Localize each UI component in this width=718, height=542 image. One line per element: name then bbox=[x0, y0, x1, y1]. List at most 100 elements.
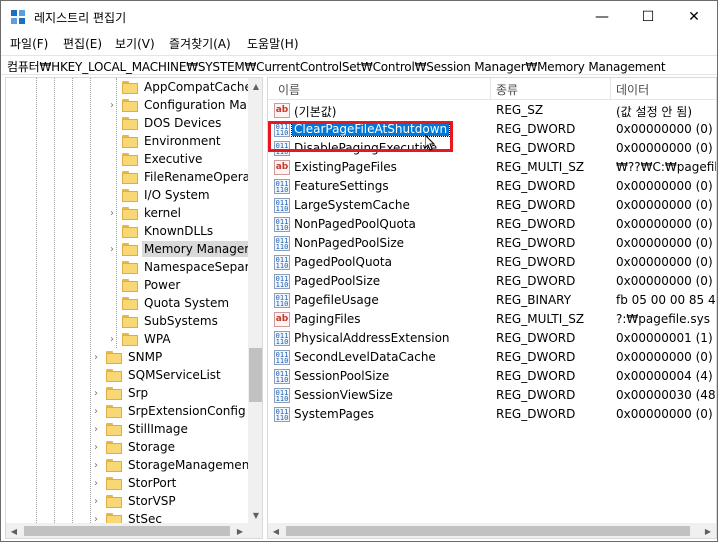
value-row[interactable]: 011 110 ClearPageFileAtShutdown REG_DWORD 0… bbox=[268, 120, 716, 139]
tree-vertical-scrollbar[interactable]: ▲ ▼ bbox=[248, 78, 262, 523]
tree-item[interactable]: › StorPort bbox=[90, 474, 178, 492]
binary-value-icon: 011 110 bbox=[274, 369, 290, 384]
chevron-right-icon[interactable]: › bbox=[106, 96, 118, 114]
tree-item[interactable]: › StSec bbox=[90, 510, 164, 523]
maximize-button[interactable]: ☐ bbox=[625, 1, 671, 32]
binary-value-icon: 011 110 bbox=[274, 179, 290, 194]
chevron-right-icon[interactable]: › bbox=[90, 420, 102, 438]
list-hscroll-thumb[interactable] bbox=[286, 526, 690, 536]
chevron-right-icon[interactable]: › bbox=[90, 492, 102, 510]
value-data: 0x00000000 (0) bbox=[616, 236, 713, 250]
chevron-right-icon[interactable]: › bbox=[90, 456, 102, 474]
tree-item[interactable]: › Configuration Mana bbox=[106, 96, 248, 114]
column-header-type[interactable]: 종류 bbox=[496, 81, 518, 98]
tree-item[interactable]: KnownDLLs bbox=[106, 222, 215, 240]
scroll-right-arrow-icon[interactable]: ▶ bbox=[700, 523, 716, 538]
scroll-right-arrow-icon[interactable]: ▶ bbox=[232, 523, 248, 538]
value-row[interactable]: 011 110 SessionViewSize REG_DWORD 0x0000003… bbox=[268, 386, 716, 405]
scroll-left-arrow-icon[interactable]: ◀ bbox=[6, 523, 22, 538]
value-row[interactable]: 011 110 PagefileUsage REG_BINARY fb 05 00 0… bbox=[268, 291, 716, 310]
chevron-right-icon[interactable]: › bbox=[90, 510, 102, 524]
chevron-right-icon[interactable]: › bbox=[106, 330, 118, 348]
chevron-right-icon[interactable]: › bbox=[106, 240, 118, 258]
value-row[interactable]: 011 110 SecondLevelDataCache REG_DWORD 0x00… bbox=[268, 348, 716, 367]
value-data: (값 설정 안 됨) bbox=[616, 105, 693, 119]
scroll-down-arrow-icon[interactable]: ▼ bbox=[248, 507, 262, 523]
tree-item[interactable]: › SrpExtensionConfig bbox=[90, 402, 248, 420]
tree-item[interactable]: › kernel bbox=[106, 204, 183, 222]
tree-item[interactable]: FileRenameOperatio bbox=[106, 168, 248, 186]
tree-item[interactable]: SQMServiceList bbox=[90, 366, 223, 384]
tree-item-label: StillImage bbox=[128, 422, 188, 436]
tree-item[interactable]: › StorageManagement bbox=[90, 456, 248, 474]
tree-item[interactable]: Quota System bbox=[106, 294, 231, 312]
chevron-right-icon[interactable]: › bbox=[90, 348, 102, 366]
value-type: REG_SZ bbox=[496, 103, 544, 117]
tree-item-label: Configuration Mana bbox=[144, 98, 248, 112]
tree-item[interactable]: AppCompatCache bbox=[106, 78, 248, 96]
menu-favorites[interactable]: 즐겨찾기(A) bbox=[169, 35, 231, 52]
tree-item[interactable]: › SNMP bbox=[90, 348, 164, 366]
chevron-right-icon[interactable]: › bbox=[90, 474, 102, 492]
value-row[interactable]: 011 110 PhysicalAddressExtension REG_DWORD… bbox=[268, 329, 716, 348]
value-name: PhysicalAddressExtension bbox=[294, 331, 450, 345]
key-tree-pane[interactable]: AppCompatCache › Configuration Mana DOS Dev… bbox=[5, 77, 263, 539]
value-data: ₩??₩C:₩pagefile.s bbox=[616, 160, 717, 174]
tree-item[interactable]: SubSystems bbox=[106, 312, 220, 330]
values-list-pane[interactable]: 이름 종류 데이터 ab (기본값) REG_SZ (값 설정 안 됨) 011 110… bbox=[267, 77, 717, 539]
value-row[interactable]: 011 110 FeatureSettings REG_DWORD 0x0000000… bbox=[268, 177, 716, 196]
tree-item[interactable]: › Storage bbox=[90, 438, 177, 456]
value-row[interactable]: ab ExistingPageFiles REG_MULTI_SZ ₩??₩C:₩pa… bbox=[268, 158, 717, 177]
value-row[interactable]: ab (기본값) REG_SZ (값 설정 안 됨) bbox=[268, 101, 716, 120]
tree-item[interactable]: › StorVSP bbox=[90, 492, 178, 510]
value-row[interactable]: 011 110 LargeSystemCache REG_DWORD 0x000000… bbox=[268, 196, 716, 215]
scroll-up-arrow-icon[interactable]: ▲ bbox=[248, 78, 262, 94]
value-row[interactable]: 011 110 PagedPoolSize REG_DWORD 0x00000000 … bbox=[268, 272, 716, 291]
tree-item[interactable]: Environment bbox=[106, 132, 223, 150]
chevron-right-icon[interactable]: › bbox=[106, 204, 118, 222]
value-row[interactable]: ab PagingFiles REG_MULTI_SZ ?:₩pagefile.sys bbox=[268, 310, 716, 329]
value-row[interactable]: 011 110 SystemPages REG_DWORD 0x00000000 (0… bbox=[268, 405, 716, 424]
title-bar[interactable]: 레지스트리 편집기 — ☐ ✕ bbox=[1, 1, 717, 32]
address-path[interactable]: 컴퓨터₩HKEY_LOCAL_MACHINE₩SYSTEM₩CurrentCon… bbox=[7, 58, 666, 75]
menu-help[interactable]: 도움말(H) bbox=[247, 35, 299, 52]
value-type: REG_DWORD bbox=[496, 331, 576, 345]
minimize-button[interactable]: — bbox=[579, 1, 625, 32]
tree-item-label: DOS Devices bbox=[144, 116, 222, 130]
chevron-right-icon[interactable]: › bbox=[90, 438, 102, 456]
menu-file[interactable]: 파일(F) bbox=[10, 35, 48, 52]
folder-icon bbox=[122, 260, 138, 274]
value-row[interactable]: 011 110 NonPagedPoolQuota REG_DWORD 0x00000… bbox=[268, 215, 716, 234]
address-bar[interactable]: 컴퓨터₩HKEY_LOCAL_MACHINE₩SYSTEM₩CurrentCon… bbox=[1, 55, 717, 75]
tree-item-label: SrpExtensionConfig bbox=[128, 404, 246, 418]
close-button[interactable]: ✕ bbox=[671, 1, 717, 32]
scroll-left-arrow-icon[interactable]: ◀ bbox=[268, 523, 284, 538]
tree-scroll-thumb[interactable] bbox=[249, 348, 262, 402]
value-row[interactable]: 011 110 DisablePagingExecutive REG_DWORD 0x… bbox=[268, 139, 716, 158]
tree-item[interactable]: › WPA bbox=[106, 330, 173, 348]
chevron-right-icon[interactable]: › bbox=[90, 402, 102, 420]
tree-item-label: Quota System bbox=[144, 296, 230, 310]
tree-item[interactable]: › Srp bbox=[90, 384, 150, 402]
value-row[interactable]: 011 110 SessionPoolSize REG_DWORD 0x0000000… bbox=[268, 367, 716, 386]
tree-item[interactable]: NamespaceSeparat bbox=[106, 258, 248, 276]
tree-horizontal-scrollbar[interactable]: ◀ ▶ bbox=[6, 523, 248, 538]
value-row[interactable]: 011 110 NonPagedPoolSize REG_DWORD 0x000000… bbox=[268, 234, 716, 253]
column-header-name[interactable]: 이름 bbox=[278, 81, 300, 98]
menu-view[interactable]: 보기(V) bbox=[115, 35, 155, 52]
tree-item[interactable]: › Memory Managem bbox=[106, 240, 248, 258]
column-header-data[interactable]: 데이터 bbox=[616, 81, 649, 98]
value-data: 0x00000000 (0) bbox=[616, 122, 713, 136]
tree-item[interactable]: DOS Devices bbox=[106, 114, 223, 132]
tree-hscroll-thumb[interactable] bbox=[24, 526, 230, 536]
tree-item[interactable]: Power bbox=[106, 276, 182, 294]
value-name: ClearPageFileAtShutdown bbox=[290, 121, 451, 137]
chevron-right-icon[interactable]: › bbox=[90, 384, 102, 402]
value-name: ExistingPageFiles bbox=[294, 160, 397, 174]
value-row[interactable]: 011 110 PagedPoolQuota REG_DWORD 0x00000000… bbox=[268, 253, 716, 272]
list-horizontal-scrollbar[interactable]: ◀ ▶ bbox=[268, 523, 716, 538]
menu-edit[interactable]: 편집(E) bbox=[63, 35, 102, 52]
tree-item[interactable]: › StillImage bbox=[90, 420, 190, 438]
tree-item[interactable]: I/O System bbox=[106, 186, 212, 204]
tree-item[interactable]: Executive bbox=[106, 150, 204, 168]
